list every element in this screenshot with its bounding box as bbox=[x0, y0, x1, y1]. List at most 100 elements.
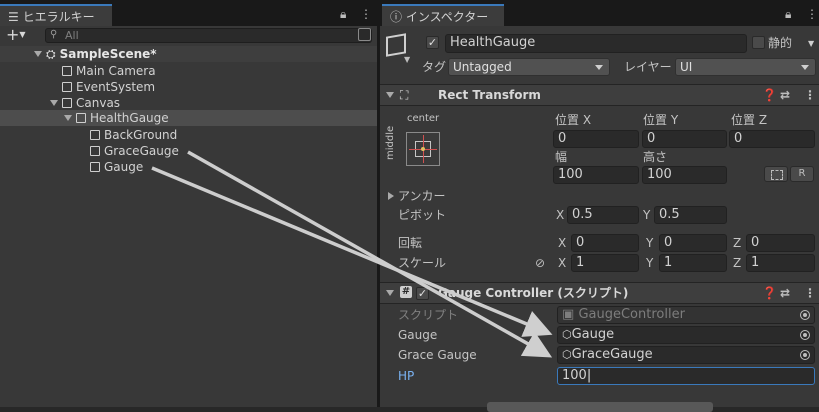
grace-gauge-label: Grace Gauge bbox=[398, 348, 477, 362]
search-placeholder: All bbox=[65, 29, 79, 42]
anchors-foldout[interactable]: アンカー bbox=[388, 187, 446, 205]
component-enabled-checkbox[interactable]: ✓ bbox=[416, 287, 429, 300]
tree-row-background[interactable]: BackGround bbox=[0, 127, 377, 143]
preset-icon[interactable]: ⇄ bbox=[780, 85, 790, 105]
tag-dropdown[interactable]: Untagged bbox=[448, 58, 610, 76]
pivot-y-label: Y bbox=[643, 208, 651, 222]
preset-icon[interactable]: ⇄ bbox=[780, 283, 790, 303]
add-button[interactable]: +▼ bbox=[6, 27, 26, 43]
blueprint-mode-button[interactable] bbox=[764, 166, 788, 182]
tree-row-canvas[interactable]: Canvas bbox=[0, 95, 377, 111]
scale-x-field[interactable]: 1 bbox=[571, 254, 639, 272]
hp-label: HP bbox=[398, 369, 415, 383]
scale-z-field[interactable]: 1 bbox=[746, 254, 815, 272]
tree-label: HealthGauge bbox=[90, 111, 169, 125]
height-field[interactable]: 100 bbox=[642, 166, 727, 184]
unity-scene-icon: ⛭ bbox=[46, 47, 56, 61]
pos-z-label: 位置 Z bbox=[731, 113, 768, 127]
pivot-x-field[interactable]: 0.5 bbox=[567, 206, 639, 224]
pos-z-field[interactable]: 0 bbox=[729, 130, 815, 148]
layer-dropdown[interactable]: UI bbox=[675, 58, 816, 76]
gauge-label: Gauge bbox=[398, 328, 438, 342]
tab-inspector-label: インスペクター bbox=[405, 10, 489, 24]
gameobject-large-icon bbox=[386, 33, 406, 57]
rot-x-label: X bbox=[558, 236, 567, 250]
rot-z-field[interactable]: 0 bbox=[746, 234, 815, 252]
anchor-h-label: center bbox=[407, 113, 440, 124]
static-dropdown-arrow[interactable]: ▼ bbox=[808, 39, 814, 48]
lock-icon[interactable]: 🔒︎ bbox=[785, 4, 791, 24]
search-input[interactable]: All bbox=[45, 28, 372, 43]
tree-row-eventsystem[interactable]: EventSystem bbox=[0, 79, 377, 95]
tree-label: GraceGauge bbox=[104, 144, 179, 158]
script-file-icon: ▣ bbox=[562, 307, 575, 322]
expand-icon[interactable] bbox=[50, 100, 58, 106]
expand-icon[interactable] bbox=[64, 115, 72, 121]
tag-label: タグ bbox=[422, 60, 447, 74]
help-icon[interactable]: ❓ bbox=[762, 283, 777, 303]
component-title: Gauge Controller (スクリプト) bbox=[438, 286, 629, 300]
add-component-button[interactable] bbox=[487, 402, 713, 412]
rect-transform-header[interactable]: ⛶ Rect Transform ❓ ⇄ ⋮ bbox=[380, 84, 819, 106]
info-icon: ⓘ bbox=[390, 10, 403, 24]
scale-z-label: Z bbox=[733, 256, 742, 270]
rot-y-field[interactable]: 0 bbox=[659, 234, 727, 252]
tab-hierarchy-label: ヒエラルキー bbox=[22, 10, 95, 24]
constrain-proportions-icon[interactable]: ⊘ bbox=[535, 254, 545, 272]
object-picker-icon[interactable] bbox=[800, 350, 810, 360]
icon-dropdown-arrow[interactable]: ▼ bbox=[404, 55, 410, 64]
width-label: 幅 bbox=[555, 150, 568, 164]
tab-inspector[interactable]: ⓘ インスペクター bbox=[382, 4, 504, 26]
scene-search-icon[interactable] bbox=[358, 28, 371, 41]
gameobject-icon bbox=[76, 113, 86, 123]
tree-label: SampleScene* bbox=[59, 47, 157, 61]
more-options-icon[interactable]: ⋮ bbox=[804, 85, 816, 105]
expand-icon[interactable] bbox=[34, 51, 42, 57]
tab-hierarchy[interactable]: ☰ ヒエラルキー bbox=[0, 4, 112, 26]
gameobject-icon bbox=[62, 98, 72, 108]
help-icon[interactable]: ❓ bbox=[762, 85, 777, 105]
lock-icon[interactable]: 🔒︎ bbox=[340, 4, 346, 24]
raw-edit-button[interactable]: R bbox=[790, 166, 814, 182]
rotation-label: 回転 bbox=[398, 236, 423, 250]
collapse-icon[interactable] bbox=[386, 283, 398, 303]
rot-y-label: Y bbox=[646, 236, 654, 250]
active-checkbox[interactable]: ✓ bbox=[426, 36, 439, 49]
static-checkbox[interactable] bbox=[752, 36, 765, 49]
pivot-label: ピボット bbox=[398, 208, 447, 222]
scale-label: スケール bbox=[398, 256, 447, 270]
gauge-controller-header[interactable]: # ✓ Gauge Controller (スクリプト) ❓ ⇄ ⋮ bbox=[380, 282, 819, 304]
pivot-y-field[interactable]: 0.5 bbox=[654, 206, 727, 224]
tree-label: BackGround bbox=[104, 128, 178, 142]
tree-row-main-camera[interactable]: Main Camera bbox=[0, 63, 377, 79]
gauge-object-field[interactable]: ⬡Gauge bbox=[557, 326, 815, 344]
script-field: ▣ GaugeController bbox=[557, 306, 815, 324]
script-icon: # bbox=[400, 286, 412, 298]
object-name-field[interactable]: HealthGauge bbox=[445, 34, 747, 53]
hp-input[interactable]: 100| bbox=[557, 367, 815, 385]
object-picker-icon[interactable] bbox=[800, 330, 810, 340]
tree-row-healthgauge[interactable]: HealthGauge bbox=[0, 110, 377, 126]
tree-row-samplescene[interactable]: ⛭ SampleScene* bbox=[0, 46, 377, 62]
tree-row-gracegauge[interactable]: GraceGauge bbox=[0, 143, 377, 159]
grace-gauge-object-field[interactable]: ⬡GraceGauge bbox=[557, 346, 815, 364]
chevron-down-icon: ▼ bbox=[19, 30, 26, 39]
pos-x-field[interactable]: 0 bbox=[553, 130, 639, 148]
tree-row-gauge[interactable]: Gauge bbox=[0, 159, 377, 175]
object-picker-icon[interactable] bbox=[800, 310, 810, 320]
rot-x-field[interactable]: 0 bbox=[571, 234, 639, 252]
script-label: スクリプト bbox=[398, 308, 459, 322]
more-options-icon[interactable]: ⋮ bbox=[804, 283, 816, 303]
hierarchy-icon: ☰ bbox=[8, 10, 19, 24]
tree-label: Main Camera bbox=[76, 64, 156, 78]
gameobject-icon bbox=[90, 162, 100, 172]
more-options-icon[interactable]: ⋮ bbox=[360, 4, 372, 24]
gameobject-icon bbox=[62, 82, 72, 92]
tree-label: Gauge bbox=[104, 160, 144, 174]
pos-y-field[interactable]: 0 bbox=[642, 130, 727, 148]
anchor-preset-button[interactable] bbox=[406, 132, 440, 166]
width-field[interactable]: 100 bbox=[553, 166, 639, 184]
more-options-icon[interactable]: ⋮ bbox=[806, 4, 818, 24]
scale-y-field[interactable]: 1 bbox=[659, 254, 727, 272]
collapse-icon[interactable] bbox=[386, 85, 398, 105]
